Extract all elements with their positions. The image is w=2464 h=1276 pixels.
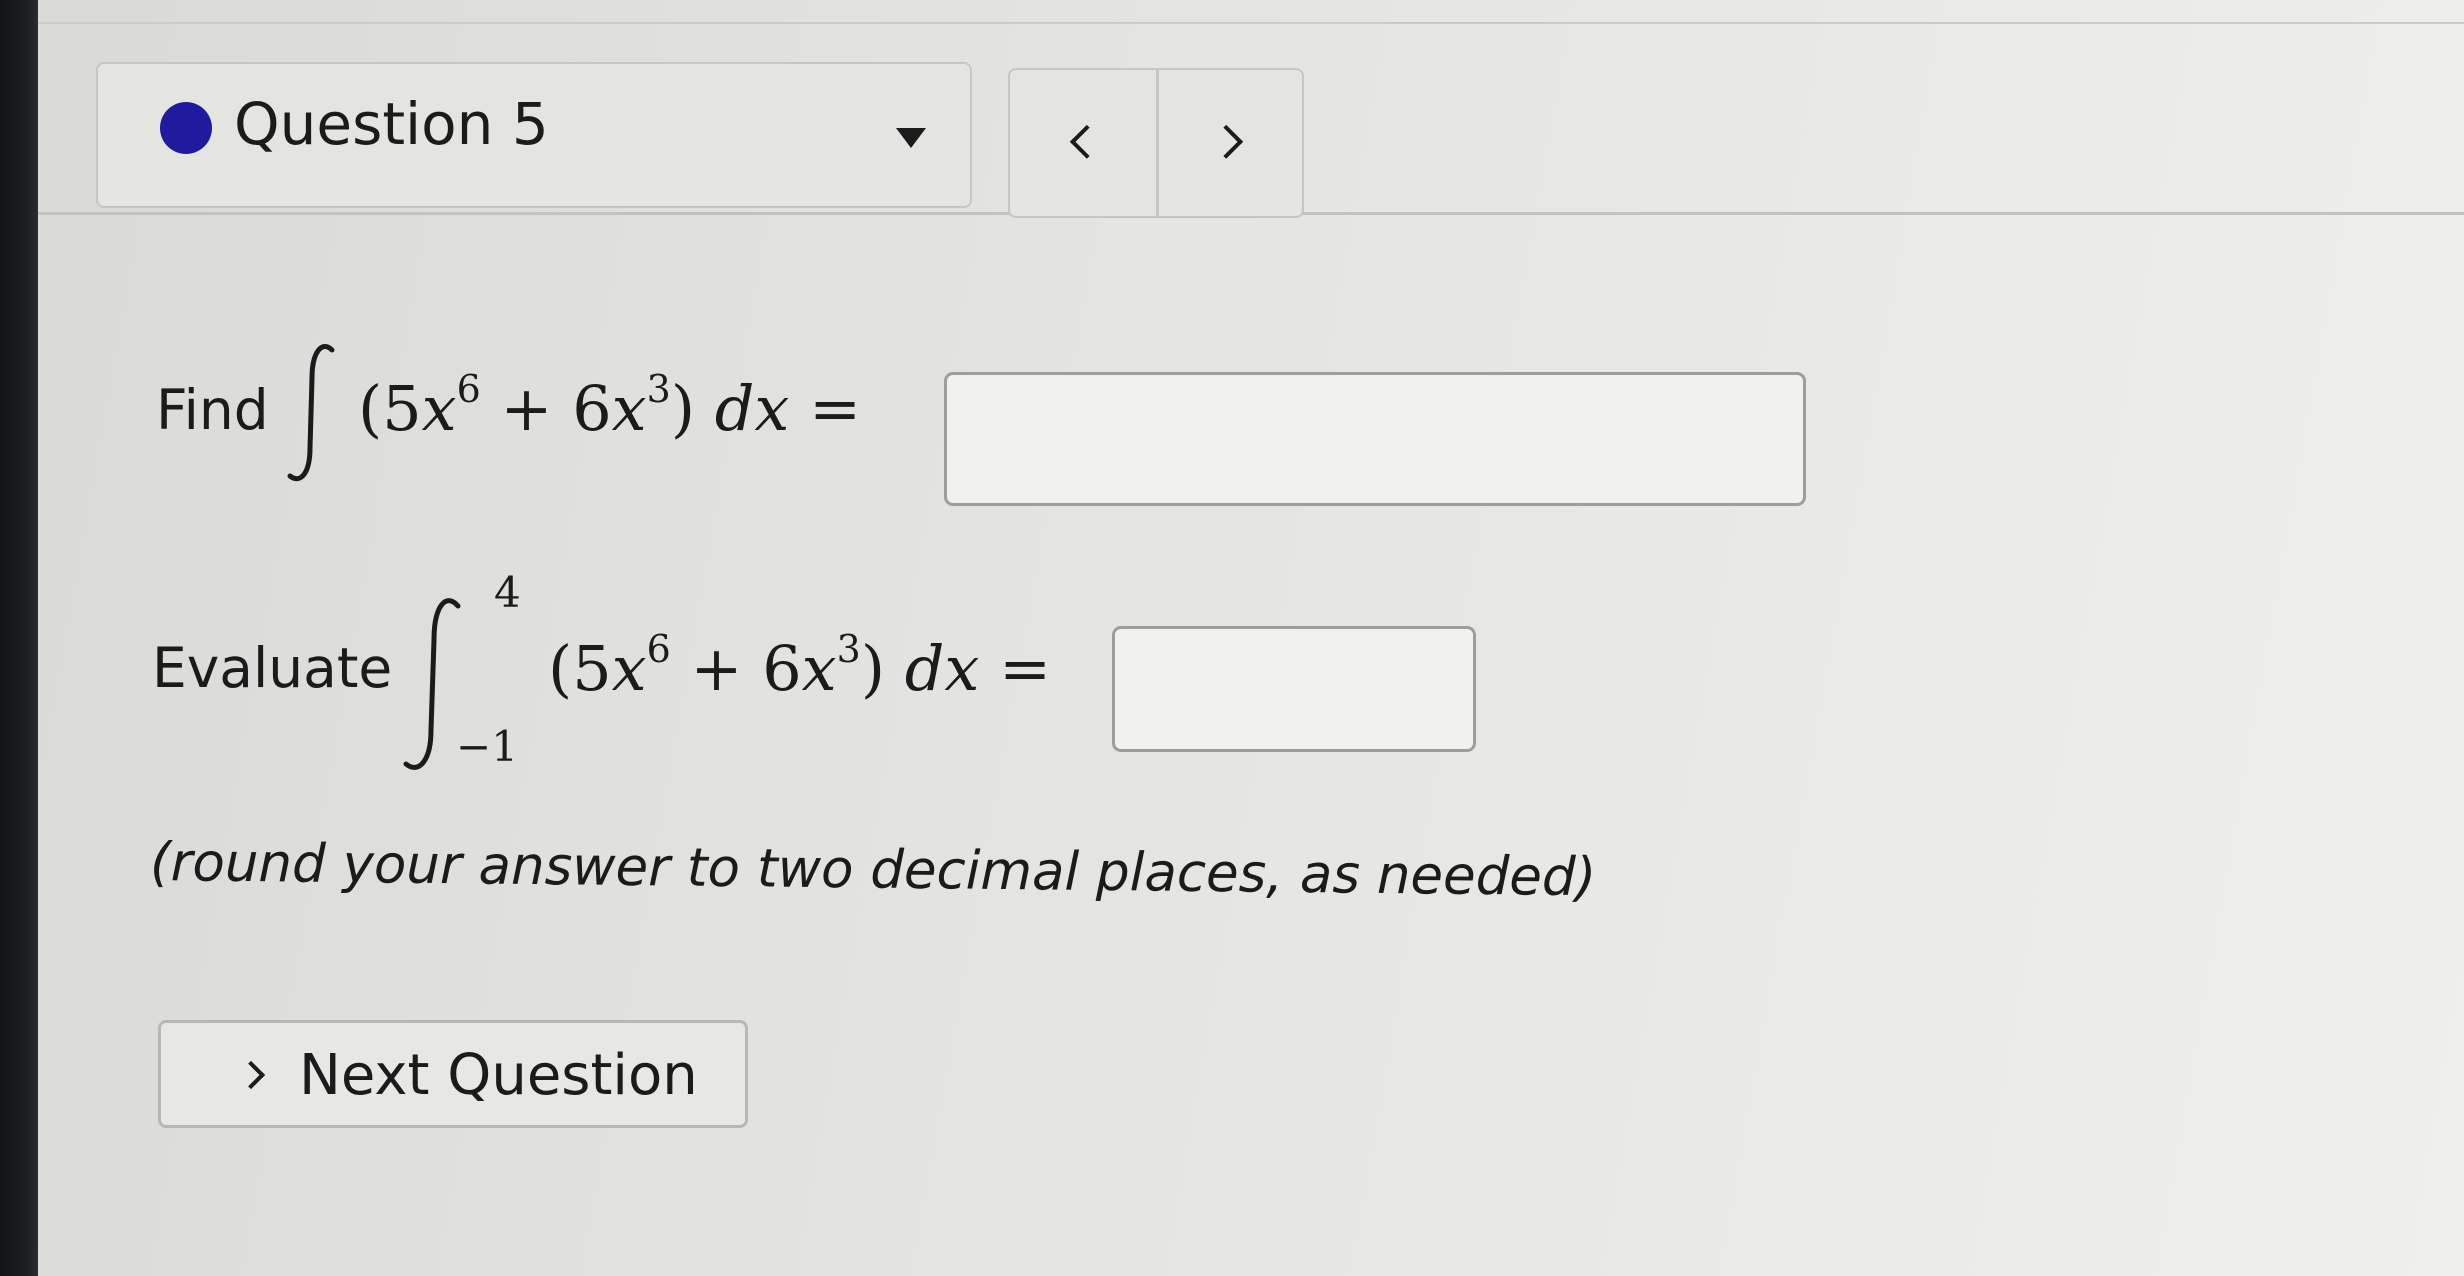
- plus-sign: +: [500, 372, 553, 445]
- paren-open: (: [548, 632, 573, 705]
- definite-integrand: (5x6 + 6x3) dx =: [548, 627, 1052, 705]
- next-question-arrow-button[interactable]: [1159, 70, 1303, 216]
- exponent-2: 3: [836, 627, 861, 672]
- differential: dx: [904, 632, 980, 705]
- question-nav: [1008, 68, 1304, 218]
- upper-limit: 4: [494, 568, 521, 617]
- previous-question-button[interactable]: [1010, 70, 1154, 216]
- question-selector[interactable]: Question 5: [96, 62, 972, 208]
- chevron-left-icon: [1069, 124, 1104, 159]
- indefinite-answer-input[interactable]: [944, 372, 1806, 506]
- chevron-right-icon: [1209, 124, 1244, 159]
- variable-1: x: [421, 372, 457, 445]
- next-question-label: Next Question: [299, 1043, 698, 1108]
- coefficient-2: 6: [762, 632, 802, 705]
- lower-limit: −1: [456, 722, 518, 771]
- coefficient-1: 5: [572, 632, 612, 705]
- screen-bezel: [0, 0, 38, 1276]
- find-label: Find: [156, 378, 269, 442]
- paren-close: ): [860, 632, 886, 705]
- variable-2: x: [801, 632, 837, 705]
- indefinite-integrand: (5x6 + 6x3) dx =: [358, 367, 862, 445]
- variable-2: x: [611, 372, 647, 445]
- variable-1: x: [611, 632, 647, 705]
- chevron-right-icon: [236, 1060, 266, 1090]
- paren-close: ): [670, 372, 696, 445]
- exponent-1: 6: [456, 367, 481, 412]
- plus-sign: +: [690, 632, 743, 705]
- exponent-2: 3: [646, 367, 671, 412]
- coefficient-1: 5: [382, 372, 422, 445]
- definite-answer-input[interactable]: [1112, 626, 1476, 752]
- differential: dx: [714, 372, 790, 445]
- next-question-button[interactable]: Next Question: [158, 1020, 748, 1128]
- equals-sign: =: [809, 372, 862, 445]
- integral-sign: [287, 344, 335, 482]
- evaluate-label: Evaluate: [152, 636, 393, 700]
- question-label: Question 5: [234, 90, 549, 158]
- coefficient-2: 6: [572, 372, 612, 445]
- screen: Question 5 Find (5x6 + 6x3) dx = Evaluat…: [0, 0, 2464, 1276]
- top-divider: [38, 22, 2464, 24]
- question-status-dot: [160, 102, 212, 154]
- exponent-1: 6: [646, 627, 671, 672]
- rounding-instruction: (round your answer to two decimal places…: [149, 832, 1597, 909]
- caret-down-icon[interactable]: [896, 128, 926, 148]
- paren-open: (: [358, 372, 383, 445]
- equals-sign: =: [999, 632, 1052, 705]
